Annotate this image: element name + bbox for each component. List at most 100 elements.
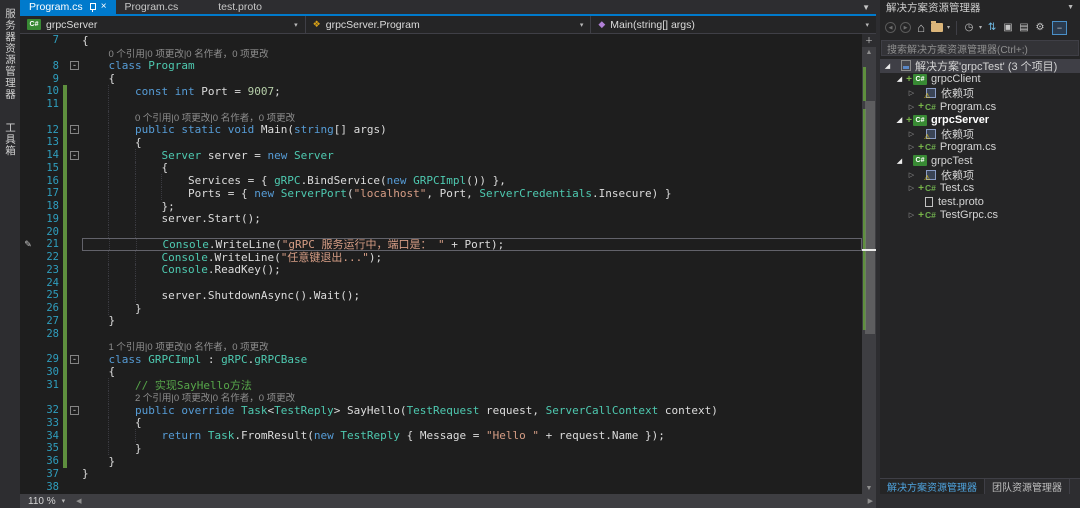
codelens-row[interactable]: 0 个引用|0 项更改|0 名作者，0 项更改 [20,111,862,124]
code-line[interactable]: 32- public override Task<TestReply> SayH… [20,404,862,417]
collapsed-arrow-icon[interactable]: ▷ [906,103,917,111]
code-text[interactable] [82,98,862,111]
tree-item[interactable]: ▷+C#TestGrpc.cs [880,209,1080,223]
line-number[interactable]: 11 [36,98,62,110]
chevron-down-icon[interactable]: ▾ [979,24,982,31]
expanded-arrow-icon[interactable]: ◢ [894,116,905,124]
scrollbar-track[interactable] [862,58,876,483]
collapsed-arrow-icon[interactable]: ▷ [906,143,917,151]
code-line[interactable]: 24 [20,276,862,289]
scrollbar-thumb[interactable] [865,101,875,335]
chevron-down-icon[interactable]: ▾ [947,24,950,31]
tree-item[interactable]: ▷⚠依赖项 [880,127,1080,141]
code-line[interactable]: 7{ [20,34,862,47]
fold-collapse-icon[interactable]: - [70,61,79,70]
code-text[interactable]: server.ShutdownAsync().Wait(); [82,289,862,302]
code-text[interactable]: Console.WriteLine("任意键退出..."); [82,251,862,264]
show-all-files-button[interactable]: ▤ [1018,20,1030,35]
code-line[interactable]: 28 [20,327,862,340]
line-number[interactable]: 30 [36,366,62,378]
code-lines[interactable]: 7{ 0 个引用|0 项更改|0 名作者，0 项更改8- class Progr… [20,34,862,494]
collapsed-arrow-icon[interactable]: ▷ [906,130,917,138]
code-line[interactable]: 27 } [20,315,862,328]
code-line[interactable]: 10 const int Port = 9007; [20,85,862,98]
fold-collapse-icon[interactable]: - [70,151,79,160]
window-menu-icon[interactable]: ▼ [1067,4,1074,11]
line-number[interactable]: 8 [36,60,62,72]
code-text[interactable]: } [82,302,862,315]
code-text[interactable]: Server server = new Server [82,149,862,162]
line-number[interactable]: 14 [36,149,62,161]
member-dropdown[interactable]: ◆ Main(string[] args) ▾ [591,16,876,33]
line-number[interactable]: 16 [36,175,62,187]
close-icon[interactable]: × [101,2,107,12]
scroll-right-icon[interactable]: ▶ [865,497,876,505]
line-number[interactable]: 33 [36,417,62,429]
code-line[interactable]: 38 [20,480,862,493]
code-text[interactable]: Services = { gRPC.BindService(new GRPCIm… [82,174,862,187]
code-line[interactable]: 22 Console.WriteLine("任意键退出..."); [20,251,862,264]
collapse-all-button[interactable]: ▣ [1002,20,1014,35]
tab-test-proto[interactable]: test.proto [209,0,271,14]
tree-item[interactable]: ◢+C#grpcClient [880,73,1080,87]
line-number[interactable]: 29 [36,353,62,365]
code-text[interactable] [82,225,862,238]
code-line[interactable]: 25 server.ShutdownAsync().Wait(); [20,289,862,302]
code-text[interactable]: { [82,366,862,379]
expanded-arrow-icon[interactable]: ◢ [894,75,905,83]
code-line[interactable]: 34 return Task.FromResult(new TestReply … [20,429,862,442]
code-text[interactable]: } [82,455,862,468]
code-text[interactable] [82,480,862,493]
code-text[interactable]: Console.ReadKey(); [82,264,862,277]
code-text[interactable]: 1 个引用|0 项更改|0 名作者，0 项更改 [82,340,862,353]
tree-item[interactable]: ▷⚠依赖项 [880,168,1080,182]
line-number[interactable]: 38 [36,481,62,493]
fold-collapse-icon[interactable]: - [70,125,79,134]
switch-views-button[interactable] [931,20,943,35]
code-text[interactable]: { [82,34,862,47]
tree-item[interactable]: ▷+C#Program.cs [880,141,1080,155]
line-number[interactable]: 36 [36,455,62,467]
code-line[interactable]: 19 server.Start(); [20,213,862,226]
code-text[interactable]: 0 个引用|0 项更改|0 名作者，0 项更改 [82,47,862,60]
code-text[interactable]: 2 个引用|0 项更改|0 名作者，0 项更改 [82,391,862,404]
code-text[interactable]: return Task.FromResult(new TestReply { M… [82,429,862,442]
codelens-row[interactable]: 1 个引用|0 项更改|0 名作者，0 项更改 [20,340,862,353]
edit-pencil-icon[interactable]: ✎ [20,238,36,250]
line-number[interactable]: 7 [36,34,62,46]
code-text[interactable]: public override Task<TestReply> SayHello… [82,404,862,417]
code-text[interactable]: class GRPCImpl : gRPC.gRPCBase [82,353,862,366]
line-number[interactable]: 18 [36,200,62,212]
horizontal-scrollbar[interactable] [85,494,865,508]
tab-program-cs[interactable]: Program.cs [116,0,188,14]
code-text[interactable] [82,327,862,340]
project-dropdown[interactable]: C# grpcServer ▾ [20,16,306,33]
tab-team-explorer[interactable]: 团队资源管理器 [985,479,1070,494]
scroll-left-icon[interactable]: ◀ [73,497,84,505]
line-number[interactable]: 32 [36,404,62,416]
fold-collapse-icon[interactable]: - [70,355,79,364]
line-number[interactable]: 22 [36,251,62,263]
sync-with-active-document-button[interactable]: ⇅ [986,20,998,35]
code-line[interactable]: 17 Ports = { new ServerPort("localhost",… [20,187,862,200]
expanded-arrow-icon[interactable]: ◢ [894,157,905,165]
line-number[interactable]: 26 [36,302,62,314]
line-number[interactable]: 27 [36,315,62,327]
line-number[interactable]: 28 [36,328,62,340]
line-number[interactable]: 24 [36,277,62,289]
line-number[interactable]: 15 [36,162,62,174]
code-line[interactable]: 36 } [20,455,862,468]
code-line[interactable]: 16 Services = { gRPC.BindService(new GRP… [20,174,862,187]
solution-explorer-header[interactable]: 解决方案资源管理器 ▼ [880,0,1080,15]
collapsed-arrow-icon[interactable]: ▷ [906,211,917,219]
code-text[interactable]: } [82,468,862,481]
line-number[interactable]: 10 [36,85,62,97]
code-line[interactable]: 14- Server server = new Server [20,149,862,162]
code-text[interactable]: class Program [82,60,862,73]
pin-icon[interactable] [88,2,96,12]
code-line[interactable]: 12- public static void Main(string[] arg… [20,123,862,136]
line-number[interactable]: 9 [36,73,62,85]
code-text[interactable]: public static void Main(string[] args) [82,123,862,136]
codelens-row[interactable]: 2 个引用|0 项更改|0 名作者，0 项更改 [20,391,862,404]
forward-button[interactable]: ▶ [900,22,911,33]
